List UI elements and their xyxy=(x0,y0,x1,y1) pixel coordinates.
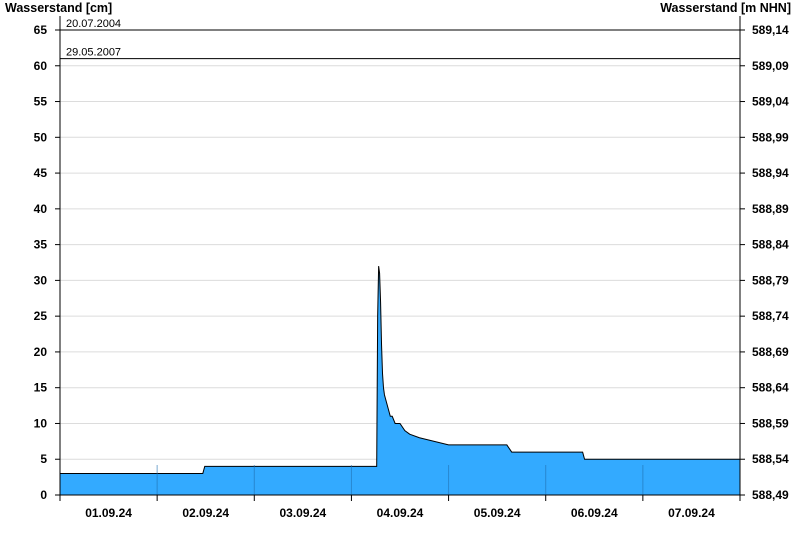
left-tick-label: 65 xyxy=(34,23,48,37)
left-tick-label: 60 xyxy=(34,59,48,73)
right-axis: 588,49 588,54 588,59 588,64 588,69 588,74 588,… xyxy=(740,23,789,502)
right-tick-label: 588,89 xyxy=(752,202,789,216)
left-tick-label: 5 xyxy=(40,452,47,466)
left-tick-label: 35 xyxy=(34,238,48,252)
left-tick-label: 20 xyxy=(34,345,48,359)
reference-line-label: 20.07.2004 xyxy=(66,18,121,30)
left-tick-label: 30 xyxy=(34,273,48,287)
left-tick-label: 45 xyxy=(34,166,48,180)
right-tick-label: 588,54 xyxy=(752,452,789,466)
right-tick-label: 589,09 xyxy=(752,59,789,73)
left-tick-label: 0 xyxy=(40,488,47,502)
right-tick-label: 588,74 xyxy=(752,309,789,323)
x-tick-label: 06.09.24 xyxy=(571,506,618,520)
x-tick-label: 03.09.24 xyxy=(279,506,326,520)
right-tick-label: 588,49 xyxy=(752,488,789,502)
right-tick-label: 588,69 xyxy=(752,345,789,359)
left-tick-label: 55 xyxy=(34,95,48,109)
right-tick-label: 589,14 xyxy=(752,23,789,37)
left-tick-label: 15 xyxy=(34,381,48,395)
area-layer xyxy=(60,266,740,495)
x-axis: 01.09.24 02.09.24 03.09.24 04.09.24 05.09.24… xyxy=(59,495,741,520)
water-level-area xyxy=(60,266,740,495)
left-tick-label: 50 xyxy=(34,130,48,144)
x-tick-label: 02.09.24 xyxy=(182,506,229,520)
right-tick-label: 589,04 xyxy=(752,95,789,109)
reference-lines: 20.07.2004 29.05.2007 xyxy=(60,18,740,60)
right-tick-label: 588,64 xyxy=(752,381,789,395)
left-axis: 0 5 10 15 20 25 30 35 40 45 50 55 60 65 xyxy=(34,23,60,502)
right-tick-label: 588,84 xyxy=(752,238,789,252)
right-tick-label: 588,59 xyxy=(752,416,789,430)
water-level-chart: 20.07.2004 29.05.2007 0 5 10 15 20 25 30 35 40 45 5… xyxy=(34,16,789,520)
reference-line-label: 29.05.2007 xyxy=(66,47,121,59)
right-tick-label: 588,79 xyxy=(752,273,789,287)
x-tick-label: 01.09.24 xyxy=(85,506,132,520)
x-tick-label: 05.09.24 xyxy=(474,506,521,520)
x-tick-label: 04.09.24 xyxy=(377,506,424,520)
left-tick-label: 25 xyxy=(34,309,48,323)
right-tick-label: 588,94 xyxy=(752,166,789,180)
x-tick-label: 07.09.24 xyxy=(668,506,715,520)
left-tick-label: 10 xyxy=(34,416,48,430)
right-tick-label: 588,99 xyxy=(752,130,789,144)
left-tick-label: 40 xyxy=(34,202,48,216)
